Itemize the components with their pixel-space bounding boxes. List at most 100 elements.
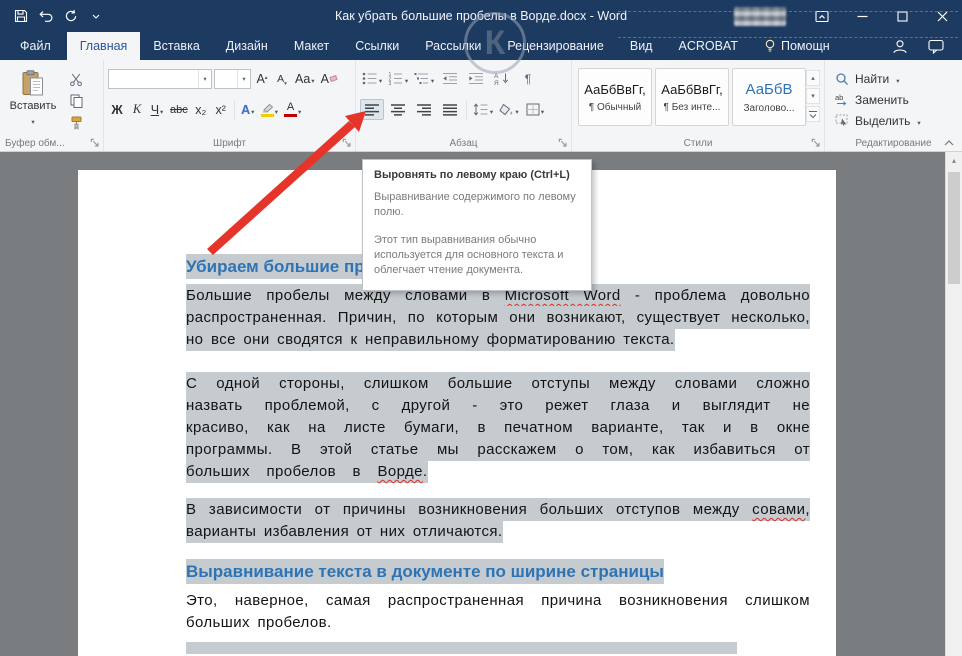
change-case-button[interactable]: Aa [293, 68, 317, 89]
cut-button[interactable] [64, 70, 88, 88]
copy-icon [70, 94, 83, 108]
style-preview: АаБбВвГг, [584, 82, 645, 97]
borders-button[interactable] [523, 99, 547, 120]
font-color-button[interactable]: А [282, 99, 303, 120]
show-marks-button[interactable] [516, 68, 540, 89]
change-case-caret-icon [310, 72, 314, 86]
ribbon-display-options-button[interactable] [802, 0, 842, 32]
sort-az-icon: АЯ [494, 72, 510, 85]
select-button[interactable]: Выделить [825, 110, 962, 131]
text-effects-caret-icon [250, 103, 254, 117]
group-editing: Найти ab Заменить Выделить Редактировани… [824, 60, 962, 151]
sort-button[interactable]: АЯ [490, 68, 514, 89]
maximize-button[interactable] [882, 0, 922, 32]
strikethrough-button[interactable]: abc [168, 99, 190, 120]
font-group-label: Шрифт [104, 138, 355, 149]
text-effects-button[interactable]: А [239, 99, 257, 120]
bullets-button[interactable] [360, 68, 384, 89]
increase-indent-button[interactable] [464, 68, 488, 89]
word-window: Как убрать большие пробелы в Ворде.docx … [0, 0, 962, 656]
shrink-font-arrow-icon [284, 73, 287, 85]
highlight-button[interactable] [259, 99, 280, 120]
align-center-button[interactable] [386, 99, 410, 120]
underline-button[interactable]: Ч [148, 99, 166, 120]
italic-button[interactable]: К [128, 99, 146, 120]
font-dialog-launcher[interactable] [342, 138, 352, 148]
align-right-button[interactable] [412, 99, 436, 120]
shading-button[interactable] [497, 99, 521, 120]
minimize-button[interactable] [842, 0, 882, 32]
paste-button[interactable]: Вставить [7, 66, 59, 132]
format-painter-button[interactable] [64, 114, 88, 132]
scroll-up-button[interactable] [946, 152, 962, 169]
scrollbar-thumb[interactable] [948, 172, 960, 284]
group-paragraph: 123 АЯ Абзац [355, 60, 571, 151]
vertical-scrollbar[interactable] [945, 152, 962, 656]
close-icon [937, 11, 948, 22]
decrease-indent-button[interactable] [438, 68, 462, 89]
redo-button[interactable] [58, 3, 83, 29]
tab-file[interactable]: Файл [4, 32, 67, 60]
styles-more-button[interactable] [806, 106, 820, 122]
font-size-dropdown-icon[interactable] [237, 70, 250, 88]
justify-button[interactable] [438, 99, 462, 120]
clipboard-dialog-launcher[interactable] [90, 138, 100, 148]
tab-design[interactable]: Дизайн [213, 32, 281, 60]
tab-layout[interactable]: Макет [281, 32, 342, 60]
paste-icon [22, 70, 44, 97]
scissors-icon [69, 73, 83, 86]
clear-formatting-button[interactable]: А [319, 68, 339, 89]
line-spacing-button[interactable] [471, 99, 495, 120]
bullets-caret-icon [378, 70, 382, 88]
paragraph-dialog-launcher[interactable] [558, 138, 568, 148]
doc-paragraph-3: В зависимости от причины возникновения б… [186, 499, 810, 543]
font-size-combo[interactable] [214, 69, 251, 89]
find-caret-icon [895, 72, 899, 86]
find-button[interactable]: Найти [825, 68, 962, 89]
undo-button[interactable] [33, 3, 58, 29]
grow-font-button[interactable]: А [253, 68, 271, 89]
paint-bucket-icon [499, 103, 514, 116]
doc-heading-2: Выравнивание текста в документе по ширин… [186, 561, 810, 583]
line-spacing-icon [473, 103, 489, 116]
subscript-button[interactable]: x₂ [192, 99, 210, 120]
styles-scroll-down-button[interactable]: ▾ [806, 88, 820, 104]
multilevel-caret-icon [430, 70, 434, 88]
style-card-normal[interactable]: АаБбВвГг, ¶ Обычный [578, 68, 652, 126]
tab-acrobat[interactable]: ACROBAT [665, 32, 751, 60]
tab-view[interactable]: Вид [617, 32, 666, 60]
replace-button[interactable]: ab Заменить [825, 89, 962, 110]
styles-group-label: Стили [572, 138, 824, 149]
font-name-dropdown-icon[interactable] [198, 70, 211, 88]
group-font: А А Aa А Ж К Ч abc x₂ x² А А Шрифт [103, 60, 355, 151]
tab-mailings[interactable]: Рассылки [412, 32, 494, 60]
close-button[interactable] [922, 0, 962, 32]
window-controls [802, 0, 962, 32]
tab-tell-me[interactable]: Помощн [751, 32, 843, 60]
shrink-font-button[interactable]: А [273, 68, 291, 89]
align-left-button[interactable] [360, 99, 384, 120]
styles-dialog-launcher[interactable] [811, 138, 821, 148]
superscript-button[interactable]: x² [212, 99, 230, 120]
save-button[interactable] [8, 3, 33, 29]
doc-paragraph-4: Это, наверное, самая распространенная пр… [186, 590, 810, 634]
qat-customize-button[interactable] [83, 3, 108, 29]
shading-caret-icon [514, 101, 518, 119]
ribbon: Вставить Буфер обм... А А Aa А Ж [0, 60, 962, 152]
style-card-no-spacing[interactable]: АаБбВвГг, ¶ Без инте... [655, 68, 729, 126]
tab-references[interactable]: Ссылки [342, 32, 412, 60]
tab-home[interactable]: Главная [67, 32, 141, 60]
copy-button[interactable] [64, 92, 88, 110]
numbering-button[interactable]: 123 [386, 68, 410, 89]
comments-icon[interactable] [928, 39, 944, 54]
tab-review[interactable]: Рецензирование [494, 32, 617, 60]
multilevel-list-button[interactable] [412, 68, 436, 89]
collapse-ribbon-button[interactable] [944, 140, 954, 146]
bold-button[interactable]: Ж [108, 99, 126, 120]
styles-scroll-up-button[interactable]: ▴ [806, 70, 820, 86]
tab-insert[interactable]: Вставка [140, 32, 212, 60]
font-name-combo[interactable] [108, 69, 212, 89]
style-card-heading[interactable]: АаБбВ Заголово... [732, 68, 806, 126]
account-icon[interactable] [892, 39, 908, 54]
lightbulb-icon [764, 39, 776, 53]
